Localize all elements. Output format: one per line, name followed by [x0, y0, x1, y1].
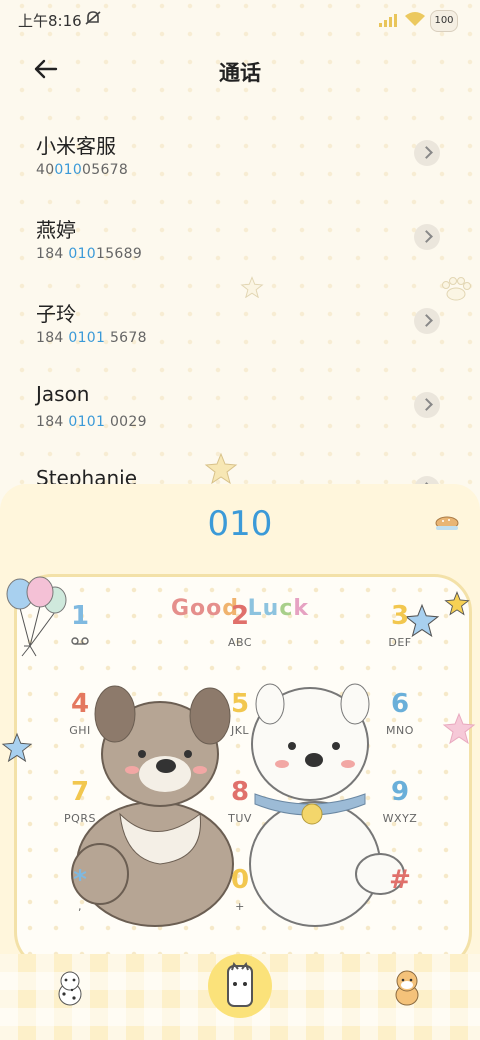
key-letters: ,	[78, 900, 82, 913]
chevron-right-icon[interactable]	[414, 392, 440, 418]
list-item[interactable]: 燕婷 184 01015689	[0, 196, 480, 280]
key-digit: 4	[70, 689, 90, 719]
contact-number: 4001005678	[36, 162, 129, 178]
contact-number: 184 0101 5678	[36, 330, 147, 346]
key-digit: 6	[390, 689, 410, 719]
key-digit: *	[73, 865, 87, 895]
key-letters: +	[235, 900, 245, 913]
contact-name: 小米客服	[36, 134, 116, 158]
mute-icon	[84, 10, 102, 30]
key-digit: 8	[230, 777, 250, 807]
status-time: 上午8:16	[18, 12, 82, 30]
contact-name: Jason	[36, 382, 90, 406]
key-digit: 7	[70, 777, 90, 807]
key-letters: MNO	[386, 724, 414, 737]
key-2[interactable]: 2 ABC	[195, 600, 285, 670]
key-6[interactable]: 6 MNO	[355, 688, 445, 758]
list-item[interactable]: Stephanie	[0, 448, 480, 484]
contact-match-list[interactable]: 小米客服 4001005678 燕婷 184 01015689 子玲 184 0…	[0, 112, 480, 484]
key-5[interactable]: 5 JKL	[195, 688, 285, 758]
key-digit: 1	[70, 601, 90, 631]
signal-icon	[378, 12, 398, 31]
star-icon	[442, 712, 476, 744]
wifi-icon	[404, 11, 426, 31]
chevron-right-icon[interactable]	[414, 308, 440, 334]
dial-number-display[interactable]: 010	[0, 504, 480, 544]
burger-icon[interactable]	[434, 516, 460, 534]
voicemail-icon	[35, 636, 125, 649]
key-digit: 2	[230, 601, 250, 631]
contact-number: 184 0101 0029	[36, 414, 147, 430]
key-4[interactable]: 4 GHI	[35, 688, 125, 758]
key-letters: GHI	[69, 724, 91, 737]
dalmatian-icon[interactable]	[54, 970, 86, 1006]
key-8[interactable]: 8 TUV	[195, 776, 285, 846]
key-letters: DEF	[388, 636, 412, 649]
shiba-icon[interactable]	[390, 968, 424, 1006]
key-digit: 3	[390, 601, 410, 631]
contact-name: 燕婷	[36, 218, 76, 242]
key-digit: #	[389, 865, 411, 895]
dialer-panel: 010 Good Luck 1 2 ABC 3 DEF 4 GHI 5 JKL …	[0, 484, 480, 1040]
key-0[interactable]: 0 +	[195, 864, 285, 934]
paw-icon	[442, 277, 471, 301]
key-9[interactable]: 9 WXYZ	[355, 776, 445, 846]
contact-name: Stephanie	[36, 466, 138, 484]
key-digit: 9	[390, 777, 410, 807]
key-letters: ABC	[227, 636, 253, 649]
page-title: 通话	[219, 61, 261, 85]
status-bar: 上午8:16 100	[0, 0, 480, 40]
key-1[interactable]: 1	[35, 600, 125, 670]
list-item[interactable]: 小米客服 4001005678	[0, 112, 480, 196]
key-digit: 0	[230, 865, 250, 895]
cat-phone-icon	[227, 961, 253, 1007]
key-hash[interactable]: #	[355, 864, 445, 934]
header: 通话	[0, 45, 480, 95]
contact-number: 184 01015689	[36, 246, 143, 262]
contact-name: 子玲	[36, 302, 76, 326]
call-button[interactable]	[208, 954, 272, 1018]
key-star[interactable]: * ,	[35, 864, 125, 934]
battery-icon: 100	[430, 10, 458, 32]
key-letters: PQRS	[64, 812, 96, 825]
key-letters: TUV	[228, 812, 252, 825]
chevron-right-icon[interactable]	[414, 476, 440, 484]
key-7[interactable]: 7 PQRS	[35, 776, 125, 846]
star-icon	[240, 276, 264, 298]
star-icon	[1, 732, 33, 762]
chevron-right-icon[interactable]	[414, 224, 440, 250]
list-item[interactable]: Jason 184 0101 0029	[0, 364, 480, 448]
key-letters: JKL	[230, 724, 250, 737]
key-letters: WXYZ	[382, 812, 418, 825]
chevron-right-icon[interactable]	[414, 140, 440, 166]
key-digit: 5	[230, 689, 250, 719]
key-3[interactable]: 3 DEF	[355, 600, 445, 670]
star-icon	[204, 452, 238, 484]
